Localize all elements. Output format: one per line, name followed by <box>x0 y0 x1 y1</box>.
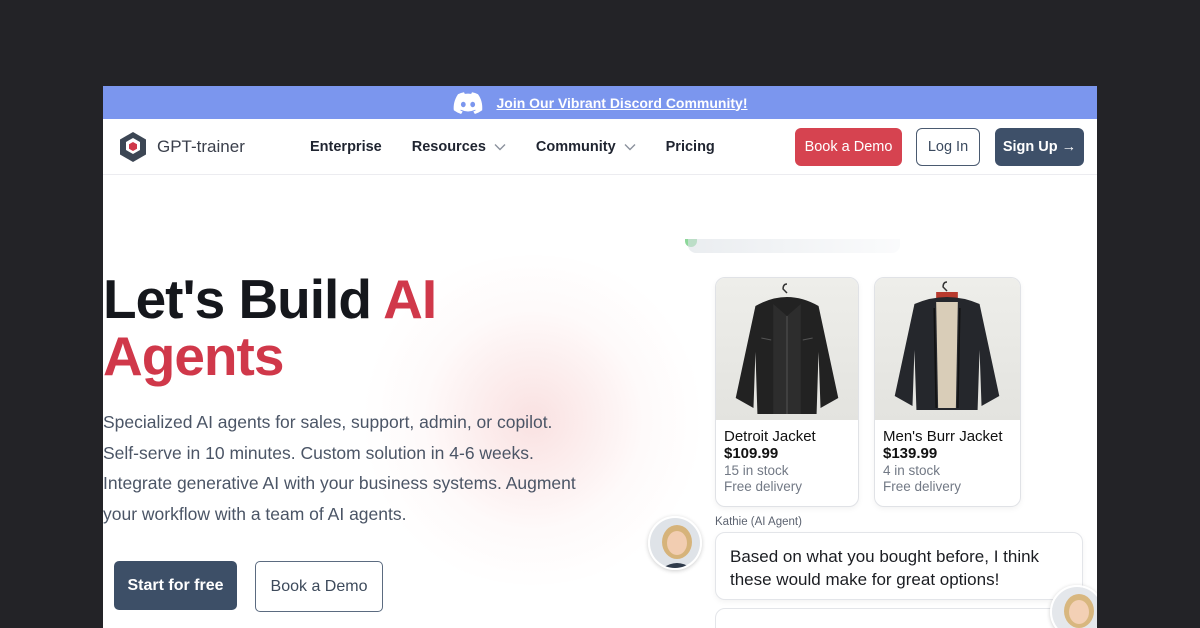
product-price: $109.99 <box>724 445 779 462</box>
chat-message-bubble-partial <box>715 608 1083 628</box>
hero-headline: Let's Build AI Agents <box>103 268 437 387</box>
headline-accent-ai: AI <box>383 268 437 330</box>
product-name: Detroit Jacket <box>724 428 816 445</box>
product-delivery: Free delivery <box>883 478 962 494</box>
hero-book-demo-button[interactable]: Book a Demo <box>255 561 383 612</box>
agent-avatar <box>648 516 702 570</box>
nav-item-label: Pricing <box>665 139 715 155</box>
top-navbar: GPT-trainer Enterprise Resources Communi… <box>103 119 1097 175</box>
chat-message-bubble: Based on what you bought before, I think… <box>715 532 1083 600</box>
person-avatar-icon <box>650 518 700 568</box>
hero-description: Specialized AI agents for sales, support… <box>103 412 576 524</box>
product-name: Men's Burr Jacket <box>883 428 1003 445</box>
gpt-trainer-logo-icon <box>120 132 146 162</box>
nav-item-label: Community <box>535 139 616 155</box>
product-info: Men's Burr Jacket $139.99 4 in stock Fre… <box>875 420 1020 494</box>
product-image <box>875 278 1020 420</box>
nav-item-community[interactable]: Community <box>536 139 636 155</box>
login-button[interactable]: Log In <box>916 128 980 166</box>
product-price: $139.99 <box>883 445 938 462</box>
chevron-down-icon <box>494 144 506 151</box>
product-image <box>716 278 858 420</box>
person-avatar-icon <box>1052 587 1097 628</box>
announcement-banner: Join Our Vibrant Discord Community! <box>103 86 1097 119</box>
chat-message-text: Based on what you bought before, I think… <box>730 547 1040 589</box>
product-delivery: Free delivery <box>724 478 803 494</box>
brand-name: GPT-trainer <box>157 137 245 156</box>
nav-item-pricing[interactable]: Pricing <box>666 139 715 155</box>
product-stock: 4 in stock <box>883 463 941 478</box>
discord-community-link[interactable]: Join Our Vibrant Discord Community! <box>497 95 748 111</box>
product-card[interactable]: Detroit Jacket $109.99 15 in stock Free … <box>715 277 859 507</box>
nav-item-resources[interactable]: Resources <box>412 139 506 155</box>
jacket-icon <box>894 281 1000 410</box>
main-menu: Enterprise Resources Community Pricing <box>310 119 745 175</box>
signup-button[interactable]: Sign Up → <box>995 128 1084 166</box>
nav-item-enterprise[interactable]: Enterprise <box>310 139 382 155</box>
faded-toolbar <box>688 239 900 253</box>
product-info: Detroit Jacket $109.99 15 in stock Free … <box>716 420 858 494</box>
product-card[interactable]: Men's Burr Jacket $139.99 4 in stock Fre… <box>874 277 1021 507</box>
discord-icon <box>453 91 482 114</box>
browser-viewport: Join Our Vibrant Discord Community! GPT-… <box>103 86 1097 628</box>
brand-logo[interactable]: GPT-trainer <box>117 131 245 163</box>
agent-name-label: Kathie (AI Agent) <box>715 516 802 528</box>
nav-item-label: Resources <box>411 139 486 155</box>
headline-text: Let's Build <box>103 268 384 330</box>
nav-item-label: Enterprise <box>310 139 382 155</box>
jacket-icon <box>735 283 839 414</box>
book-demo-button[interactable]: Book a Demo <box>795 128 902 166</box>
product-stock: 15 in stock <box>724 463 789 478</box>
headline-accent-agents: Agents <box>103 325 284 387</box>
start-free-button[interactable]: Start for free <box>114 561 237 610</box>
hero-section: Let's Build AI Agents Specialized AI age… <box>103 175 1097 628</box>
chevron-down-icon <box>624 144 636 151</box>
